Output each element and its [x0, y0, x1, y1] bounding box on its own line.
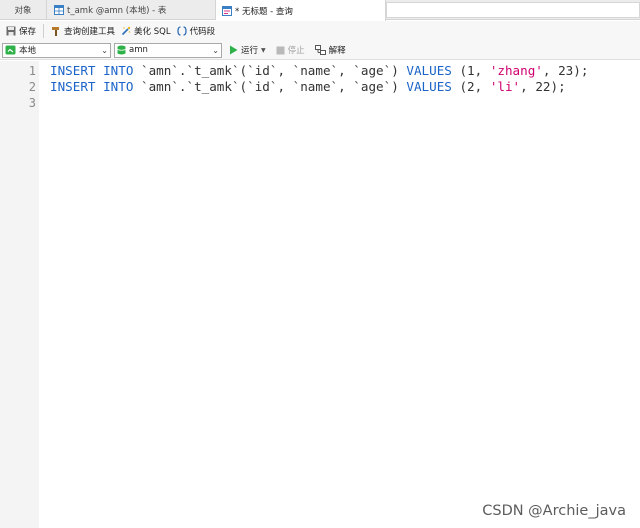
beautify-sql-label: 美化 SQL	[134, 27, 171, 37]
line-number: 2	[28, 80, 36, 94]
tab-untitled-query[interactable]: * 无标题 - 查询	[216, 0, 386, 21]
play-icon	[230, 45, 238, 55]
connection-icon	[5, 45, 16, 55]
stop-icon	[276, 46, 285, 54]
sql-punctuation: );	[550, 79, 566, 94]
code-snippet-label: 代码段	[189, 27, 216, 37]
stop-button[interactable]: 停止	[273, 42, 308, 58]
run-dropdown-icon[interactable]: ▼	[261, 47, 266, 54]
hammer-icon	[52, 27, 60, 36]
chevron-down-icon: ⌄	[101, 45, 108, 55]
explain-button[interactable]: 解释	[312, 42, 349, 58]
tab-table-t-amk[interactable]: t_amk @amn (本地) - 表	[48, 0, 216, 20]
toolbar-divider	[43, 24, 45, 38]
sql-keyword: INSERT INTO	[50, 79, 134, 94]
sql-punctuation: ,	[542, 63, 559, 78]
tab-query-label: * 无标题 - 查询	[235, 6, 293, 17]
sql-punctuation: ,	[520, 79, 536, 94]
tab-objects-label: 对象	[14, 6, 32, 16]
tab-table-label: t_amk @amn (本地) - 表	[67, 6, 167, 16]
tab-bar: 对象 t_amk @amn (本地) - 表 * 无标题 - 查询	[0, 0, 640, 21]
line-number-gutter	[0, 61, 39, 528]
connection-select[interactable]: 本地 ⌄	[2, 42, 111, 58]
sql-keyword: VALUES	[406, 63, 452, 78]
sql-keyword: INSERT INTO	[50, 63, 134, 78]
sql-number: 2	[467, 79, 475, 94]
sql-editor[interactable]: 1 INSERT INTO `amn`.`t_amk`(`id`, `name`…	[0, 61, 640, 528]
line-number: 1	[28, 64, 36, 78]
sql-target: `amn`.`t_amk`(`id`, `name`, `age`)	[133, 63, 407, 78]
code-line[interactable]: INSERT INTO `amn`.`t_amk`(`id`, `name`, …	[50, 63, 588, 79]
sql-punctuation: (	[451, 79, 468, 94]
connection-value: 本地	[19, 46, 37, 56]
run-button[interactable]: 运行 ▼	[226, 42, 269, 58]
editor-toolbar: 保存 查询创建工具 美化 SQL 代码段	[0, 21, 640, 41]
tab-bar-search-area[interactable]	[386, 2, 640, 18]
database-value: amn	[129, 45, 148, 55]
table-icon	[54, 5, 64, 15]
query-icon	[222, 5, 232, 16]
save-button[interactable]: 保存	[3, 22, 39, 40]
watermark: CSDN @Archie_java	[482, 503, 626, 519]
tab-objects[interactable]: 对象	[0, 0, 47, 20]
run-label: 运行	[241, 46, 259, 56]
sql-target: `amn`.`t_amk`(`id`, `name`, `age`)	[133, 79, 407, 94]
sql-number: 23	[558, 63, 574, 78]
magic-wand-icon	[121, 26, 131, 36]
query-bar: 本地 ⌄ amn ⌄ 运行 ▼ 停止 解释	[0, 41, 640, 60]
query-builder-label: 查询创建工具	[64, 27, 116, 37]
sql-punctuation: (	[451, 63, 468, 78]
code-snippet-button[interactable]: 代码段	[174, 22, 219, 40]
sql-string: 'li'	[489, 79, 521, 94]
query-builder-button[interactable]: 查询创建工具	[48, 22, 118, 40]
sql-punctuation: );	[573, 63, 589, 78]
stop-label: 停止	[287, 46, 305, 56]
sql-number: 1	[467, 63, 475, 78]
database-select[interactable]: amn ⌄	[114, 42, 222, 58]
sql-number: 22	[535, 79, 551, 94]
explain-label: 解释	[328, 46, 346, 56]
beautify-sql-button[interactable]: 美化 SQL	[118, 22, 174, 40]
database-icon	[117, 45, 126, 55]
line-number: 3	[28, 96, 36, 110]
code-line[interactable]: INSERT INTO `amn`.`t_amk`(`id`, `name`, …	[50, 79, 566, 95]
sql-punctuation: ,	[474, 79, 490, 94]
sql-keyword: VALUES	[406, 79, 452, 94]
code-brackets-icon	[176, 26, 187, 36]
sql-punctuation: ,	[474, 63, 490, 78]
sql-string: 'zhang'	[489, 63, 543, 78]
save-icon	[6, 26, 16, 36]
chevron-down-icon: ⌄	[212, 45, 219, 55]
save-label: 保存	[19, 27, 37, 37]
explain-icon	[314, 45, 326, 55]
